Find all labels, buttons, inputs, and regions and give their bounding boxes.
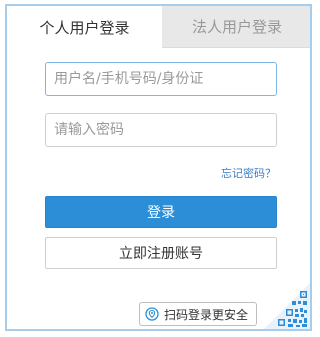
login-button-label: 登录: [147, 205, 175, 221]
tab-corporate-label: 法人用户登录: [191, 18, 282, 36]
scan-login-label: 扫码登录更安全: [164, 307, 249, 322]
password-input[interactable]: [45, 113, 277, 147]
register-button-label: 立即注册账号: [119, 246, 203, 262]
tab-personal-label: 个人用户登录: [39, 18, 130, 37]
qr-code-icon[interactable]: [264, 283, 310, 329]
login-panel: 个人用户登录 法人用户登录 忘记密码？ 登录 立即注册账号 扫码登录更安全: [5, 4, 312, 331]
username-input[interactable]: [45, 62, 277, 96]
tab-personal-login[interactable]: 个人用户登录: [7, 6, 162, 48]
forgot-password-link[interactable]: 忘记密码？: [221, 165, 276, 181]
location-pin-icon: [145, 307, 159, 321]
scan-login-button[interactable]: 扫码登录更安全: [139, 302, 257, 326]
login-tabs: 个人用户登录 法人用户登录: [7, 6, 310, 48]
register-button[interactable]: 立即注册账号: [45, 237, 277, 269]
login-button[interactable]: 登录: [45, 196, 277, 228]
tab-corporate-login[interactable]: 法人用户登录: [162, 6, 310, 48]
